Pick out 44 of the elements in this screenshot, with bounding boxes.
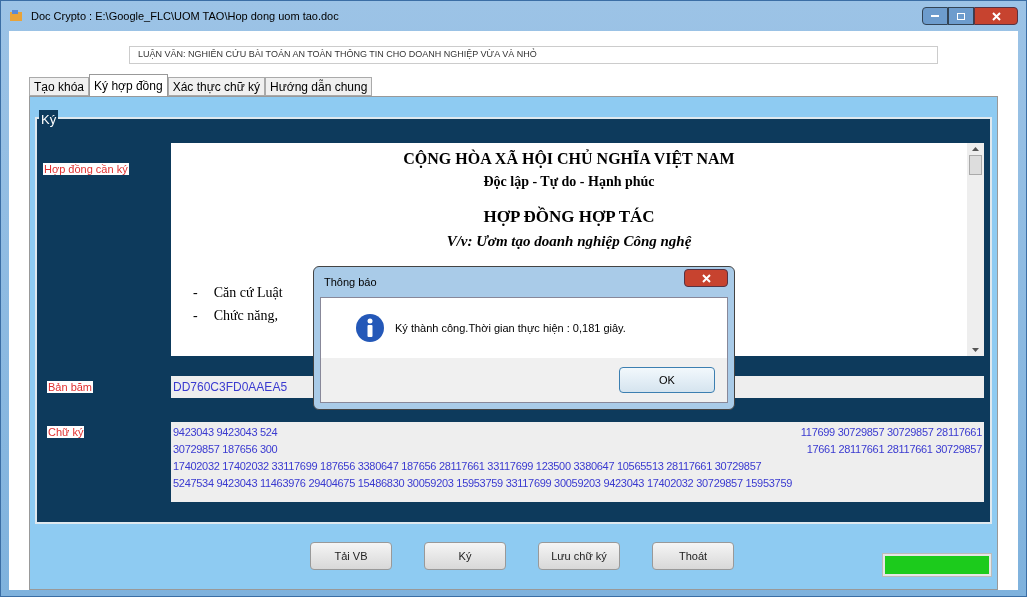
maximize-button[interactable] <box>948 7 974 25</box>
field-label: Bản băm <box>47 380 94 393</box>
bullet-mark: - <box>193 284 198 302</box>
signature-text: 17661 28117661 28117661 30729857 <box>806 442 982 457</box>
bullet-mark: - <box>193 307 198 325</box>
action-button[interactable]: Lưu chữ ký <box>538 542 620 570</box>
action-button[interactable]: Ký <box>424 542 506 570</box>
signature-text: 30729857 187656 300 <box>173 442 278 457</box>
tab[interactable]: Ký hợp đồng <box>89 74 168 96</box>
close-icon <box>701 273 711 283</box>
document-line: Căn cứ Luật <box>213 284 283 302</box>
dialog-title: Thông báo <box>324 274 377 290</box>
info-icon <box>355 313 385 343</box>
close-button[interactable] <box>974 7 1018 25</box>
action-button[interactable]: Thoát <box>652 542 734 570</box>
tab[interactable]: Hướng dẫn chung <box>265 77 373 96</box>
document-line: CỘNG HÒA XÃ HỘI CHỦ NGHĨA VIỆT NAM <box>403 148 735 170</box>
document-line: V/v: Ươm tạo doanh nghiệp Công nghệ <box>446 231 692 251</box>
app-icon <box>9 9 23 23</box>
tab[interactable]: Xác thực chữ ký <box>167 77 266 96</box>
signature-text: 9423043 9423043 524 <box>173 425 278 440</box>
signature-text: 117699 30729857 30729857 28117661 <box>800 425 982 440</box>
window-title: Doc Crypto : E:\Google_FLC\UOM TAO\Hop dong uom tao.doc <box>31 8 339 24</box>
close-icon <box>991 11 1001 21</box>
ok-button[interactable]: OK <box>619 367 715 393</box>
signature-field[interactable] <box>171 422 984 502</box>
signature-text: 17402032 17402032 33117699 187656 3380647 187656 28117661 33117699 123500 3380647 10565513 28117661 30729857 <box>173 459 762 474</box>
document-line: HỢP ĐỒNG HỢP TÁC <box>483 205 655 228</box>
action-button[interactable]: Tải VB <box>310 542 392 570</box>
scroll-thumb[interactable] <box>969 155 982 175</box>
signature-text: 5247534 9423043 11463976 29404675 15486830 30059203 15953759 33117699 30059203 9423043 17402032 30729857 15953759 <box>173 476 793 491</box>
document-line: Chức năng, <box>213 307 279 325</box>
group-title: Ký <box>39 110 59 130</box>
field-label: Chữ ký <box>47 426 85 438</box>
close-button[interactable] <box>684 269 728 287</box>
minimize-button[interactable] <box>922 7 948 25</box>
tab[interactable]: Tạo khóa <box>29 77 90 96</box>
document-line: Độc lập - Tự do - Hạnh phúc <box>483 173 655 191</box>
thesis-title: LUẬN VĂN: NGHIÊN CỨU BÀI TOÁN AN TOÀN THÔNG TIN CHO DOANH NGHIỆP VỪA VÀ NHỎ <box>138 48 537 62</box>
dialog-message: Ký thành công.Thời gian thực hiện : 0,181 giây. <box>395 320 626 336</box>
field-label: Hợp đồng cần ký <box>43 163 129 175</box>
scrollbar[interactable] <box>967 143 984 356</box>
scroll-down-icon <box>972 348 979 352</box>
scroll-up-icon <box>972 147 979 151</box>
